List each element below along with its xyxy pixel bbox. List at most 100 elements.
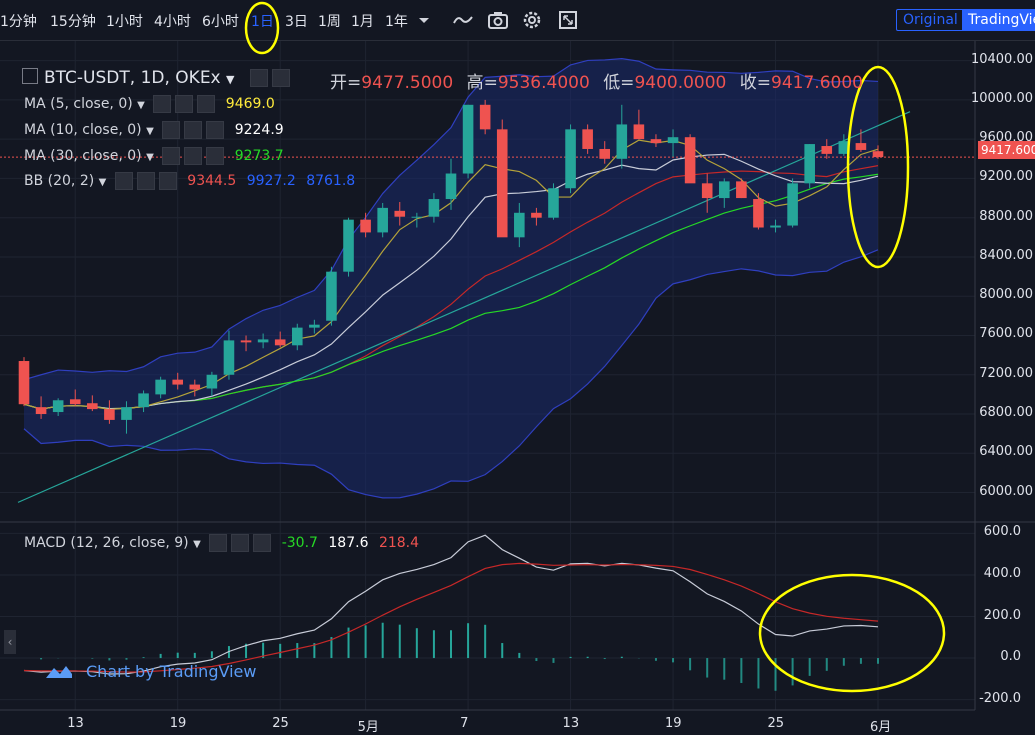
chevron-down-icon[interactable]: ▼	[146, 126, 154, 137]
close-icon[interactable]	[253, 534, 272, 552]
eye-icon[interactable]	[249, 69, 268, 87]
candle-body	[462, 104, 474, 174]
candle-body	[616, 124, 628, 159]
legend-macd[interactable]: MACD (12, 26, close, 9) ▼ -30.7 187.6 21…	[24, 534, 419, 552]
symbol-title[interactable]: BTC-USDT, 1D, OKEx ▼	[22, 68, 290, 88]
candle-body	[394, 210, 406, 217]
close-icon[interactable]	[197, 95, 216, 113]
candle-body	[599, 148, 611, 159]
time-tick-label: 6月	[870, 720, 892, 735]
eye-icon[interactable]	[114, 172, 133, 190]
chevron-down-icon[interactable]: ▼	[193, 539, 201, 550]
ma10-value: 9224.9	[234, 122, 284, 138]
macd-label: MACD (12, 26, close, 9)	[24, 535, 189, 551]
eye-icon[interactable]	[209, 534, 228, 552]
candle-body	[428, 199, 440, 217]
low-value: 9400.0000	[634, 73, 727, 93]
candle-body	[821, 146, 833, 154]
collapse-icon[interactable]	[22, 68, 38, 84]
annotation-circle-timeframe	[244, 1, 280, 55]
price-tick-label: 7200.00	[979, 365, 1033, 381]
settings-icon[interactable]	[136, 172, 155, 190]
time-tick-label: 19	[169, 716, 187, 731]
candle-body	[770, 225, 781, 228]
settings-icon[interactable]	[175, 95, 194, 113]
candle-body	[855, 143, 867, 150]
candle-body	[650, 139, 662, 144]
legend-ma5[interactable]: MA (5, close, 0) ▼ 9469.0	[24, 95, 275, 113]
legend-ma30[interactable]: MA (30, close, 0) ▼ 9273.7	[24, 147, 284, 165]
chevron-down-icon[interactable]: ▼	[146, 152, 154, 163]
chevron-down-icon[interactable]: ▼	[226, 73, 234, 86]
close-icon[interactable]	[206, 147, 225, 165]
candle-body	[138, 393, 149, 408]
price-tick-label: 9200.00	[979, 169, 1033, 185]
time-tick-label: 25	[767, 716, 785, 731]
macd-tick-label: 400.0	[983, 565, 1021, 581]
bb-lower-value: 8761.8	[306, 173, 356, 189]
candle-body	[309, 324, 320, 328]
candle-body	[52, 400, 64, 413]
candle-body	[479, 104, 491, 130]
close-icon[interactable]	[158, 172, 177, 190]
settings-icon[interactable]	[271, 69, 290, 87]
candle-body	[582, 129, 593, 149]
candle-body	[736, 181, 747, 199]
ma5-label: MA (5, close, 0)	[24, 96, 133, 112]
eye-icon[interactable]	[162, 147, 181, 165]
candle-body	[189, 384, 201, 390]
open-value: 9477.5000	[361, 73, 454, 93]
time-tick-label: 5月	[357, 720, 379, 735]
settings-icon[interactable]	[184, 121, 203, 139]
candle-body	[172, 379, 184, 385]
candle-body	[718, 181, 730, 199]
candle-body	[684, 137, 696, 184]
watermark-text: Chart by TradingView	[86, 662, 257, 681]
close-label: 收=	[739, 73, 772, 93]
settings-icon[interactable]	[184, 147, 203, 165]
time-tick-label: 13	[562, 716, 580, 731]
price-tick-label: 10400.00	[970, 51, 1033, 67]
bb-upper-value: 9927.2	[246, 173, 296, 189]
candle-body	[872, 151, 884, 158]
chevron-down-icon[interactable]: ▼	[99, 177, 107, 188]
candle-body	[633, 124, 645, 140]
eye-icon[interactable]	[162, 121, 181, 139]
candle-body	[445, 173, 457, 200]
ma30-label: MA (30, close, 0)	[24, 148, 142, 164]
candle-body	[548, 188, 559, 218]
ma5-value: 9469.0	[225, 96, 275, 112]
collapse-sidebar-button[interactable]: ‹	[4, 630, 16, 654]
legend-ma10[interactable]: MA (10, close, 0) ▼ 9224.9	[24, 121, 284, 139]
macd-hist-value: -30.7	[281, 535, 318, 551]
price-tick-label: 6800.00	[979, 405, 1033, 421]
candle-body	[326, 271, 337, 321]
price-tick-label: 8800.00	[979, 208, 1033, 224]
candle-body	[104, 409, 115, 420]
macd-tick-label: 0.0	[1000, 649, 1021, 665]
chevron-down-icon[interactable]: ▼	[137, 100, 145, 111]
candle-body	[291, 327, 303, 346]
legend-bb[interactable]: BB (20, 2) ▼ 9344.5 9927.2 8761.8	[24, 172, 355, 190]
candle-body	[701, 183, 713, 199]
price-tick-label: 6400.00	[979, 444, 1033, 460]
time-tick-label: 19	[665, 716, 682, 731]
candle-body	[667, 137, 679, 144]
candle-body	[787, 183, 798, 226]
candle-body	[411, 216, 423, 218]
candle-body	[274, 339, 286, 346]
macd-tick-label: 200.0	[983, 607, 1021, 623]
bb-basis-value: 9344.5	[187, 173, 237, 189]
price-tick-label: 8000.00	[979, 287, 1033, 303]
settings-icon[interactable]	[231, 534, 250, 552]
candle-body	[223, 340, 235, 375]
tradingview-watermark[interactable]: Chart by TradingView	[44, 662, 256, 681]
macd-tick-label: -200.0	[979, 690, 1021, 706]
price-tick-label: 8400.00	[979, 247, 1033, 263]
candle-body	[257, 339, 269, 343]
close-icon[interactable]	[206, 121, 225, 139]
candle-body	[360, 219, 371, 233]
candle-body	[35, 407, 47, 415]
eye-icon[interactable]	[153, 95, 172, 113]
candle-body	[206, 374, 218, 389]
